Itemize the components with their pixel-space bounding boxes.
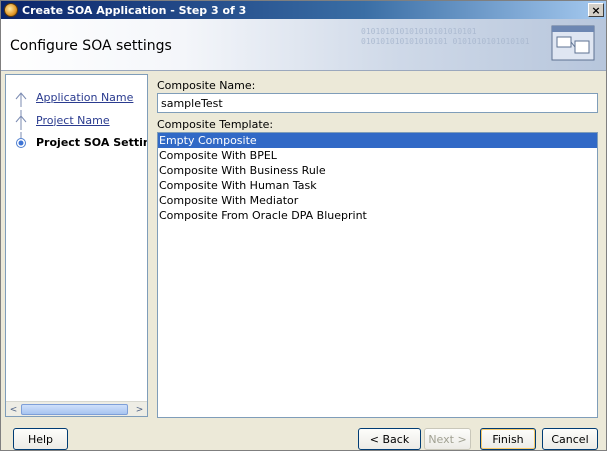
cancel-button[interactable]: Cancel: [542, 428, 598, 450]
composite-name-label: Composite Name:: [157, 79, 256, 92]
steps-horizontal-scrollbar[interactable]: < >: [6, 401, 147, 416]
window-title: Create SOA Application - Step 3 of 3: [22, 3, 247, 17]
list-item[interactable]: Composite With Human Task: [158, 178, 597, 193]
list-item[interactable]: Composite With Mediator: [158, 193, 597, 208]
wizard-window-icon: [551, 25, 595, 61]
scroll-left-icon[interactable]: <: [7, 403, 20, 416]
title-bar[interactable]: Create SOA Application - Step 3 of 3 ×: [1, 1, 606, 19]
step-label: Project Name: [36, 113, 110, 127]
close-button[interactable]: ×: [588, 3, 604, 17]
scroll-right-icon[interactable]: >: [133, 403, 146, 416]
step-connector-icon: [15, 92, 27, 107]
composite-template-label: Composite Template:: [157, 118, 274, 131]
step-project-name[interactable]: Project Name: [6, 110, 147, 130]
jdeveloper-app-icon: [4, 3, 18, 17]
step-label: Project SOA Settings: [36, 135, 147, 149]
create-soa-application-dialog: Create SOA Application - Step 3 of 3 × C…: [0, 0, 607, 451]
wizard-steps-panel: Application Name Project Name Project SO…: [5, 74, 148, 417]
step-application-name[interactable]: Application Name: [6, 87, 147, 107]
header-banner: Configure SOA settings 01010101010101010…: [1, 19, 606, 71]
list-item[interactable]: Empty Composite: [158, 133, 597, 148]
next-button[interactable]: Next >: [424, 428, 471, 450]
page-title: Configure SOA settings: [10, 38, 172, 54]
binary-decoration: 010101010101010101010101 010101010101010…: [361, 27, 530, 46]
list-item[interactable]: Composite With Business Rule: [158, 163, 597, 178]
help-button[interactable]: Help: [13, 428, 68, 450]
list-item[interactable]: Composite From Oracle DPA Blueprint: [158, 208, 597, 223]
composite-template-list[interactable]: Empty Composite Composite With BPEL Comp…: [157, 132, 598, 418]
step-project-soa-settings[interactable]: Project SOA Settings: [6, 132, 147, 152]
current-step-icon: [16, 132, 26, 148]
back-button[interactable]: < Back: [358, 428, 421, 450]
step-label: Application Name: [36, 90, 134, 104]
list-item[interactable]: Composite With BPEL: [158, 148, 597, 163]
composite-name-input[interactable]: [157, 93, 598, 113]
scrollbar-thumb[interactable]: [21, 404, 128, 415]
finish-button[interactable]: Finish: [480, 428, 536, 450]
step-connector-icon: [15, 110, 27, 130]
